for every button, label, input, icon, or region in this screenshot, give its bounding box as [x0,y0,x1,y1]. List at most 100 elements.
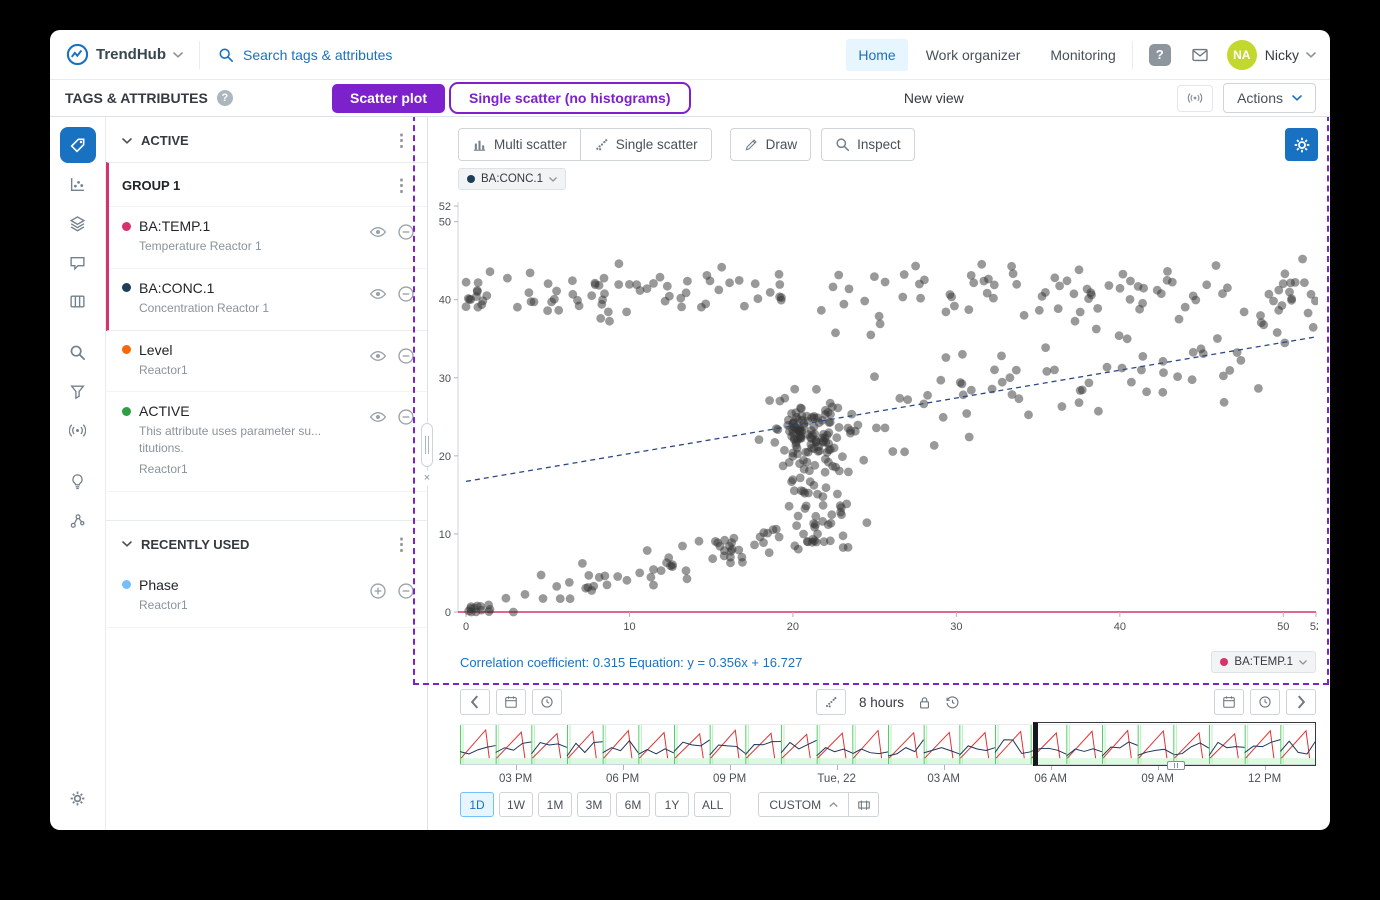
y-axis-tag-chip[interactable]: BA:CONC.1 [458,168,566,190]
tags-icon[interactable] [60,127,96,163]
fingerprints-icon[interactable] [60,412,96,448]
context-items-icon[interactable] [60,502,96,538]
visibility-eye-icon[interactable] [369,347,387,365]
tag-description: This attribute uses parameter su... titu… [139,423,369,457]
visibility-eye-icon[interactable] [369,408,387,426]
tag-row[interactable]: BA:TEMP.1 Temperature Reactor 1 [109,206,427,268]
chart-settings-button[interactable] [1285,128,1318,161]
chevron-up-icon [829,802,838,807]
help-button[interactable]: ? [1149,44,1171,66]
svg-text:50: 50 [439,217,451,229]
tag-description: Reactor1 [139,461,369,478]
brand-menu[interactable]: TrendHub [50,43,195,66]
chevron-down-icon [1292,95,1302,101]
remove-minus-icon[interactable] [397,582,415,600]
x-axis-tag-chip[interactable]: BA:TEMP.1 [1211,651,1316,673]
broadcast-icon [1187,90,1203,106]
scatter-chart[interactable]: 01020304050520102030405052 [430,196,1318,643]
range-button-1w[interactable]: 1W [499,792,533,817]
mail-button[interactable] [1191,46,1209,64]
tag-row[interactable]: Level Reactor1 [106,331,427,393]
panel-collapse-icon[interactable]: × [420,471,434,485]
start-time-button[interactable] [532,689,562,715]
timeframe-presets-button[interactable] [849,792,879,817]
svg-text:20: 20 [439,451,451,463]
tag-name: BA:CONC.1 [139,280,214,296]
duration-label[interactable]: 8 hours [859,695,904,710]
timeline-strip[interactable] [460,724,1316,764]
time-tick [730,765,731,770]
kebab-menu-icon[interactable]: ⋮ [388,177,415,194]
draw-button[interactable]: Draw [730,128,812,161]
tag-row[interactable]: BA:CONC.1 Concentration Reactor 1 [109,268,427,330]
user-name[interactable]: Nicky [1265,47,1299,63]
end-time-button[interactable] [1250,689,1280,715]
svg-text:0: 0 [445,607,451,619]
kebab-menu-icon[interactable]: ⋮ [388,536,415,553]
nav-home[interactable]: Home [846,39,907,71]
time-tick [944,765,945,770]
range-button-all[interactable]: ALL [694,792,731,817]
annotations-icon[interactable] [60,244,96,280]
single-scatter-button[interactable]: Single scatter [580,129,711,160]
visibility-eye-icon[interactable] [369,223,387,241]
tag-group-header[interactable]: GROUP 1 ⋮ [109,163,427,206]
range-button-1d[interactable]: 1D [460,792,494,817]
multi-scatter-button[interactable]: Multi scatter [459,129,580,160]
tab-scatter-plot[interactable]: Scatter plot [332,84,445,113]
remove-minus-icon[interactable] [397,408,415,426]
history-button[interactable] [945,695,960,710]
search-input[interactable] [243,47,483,63]
remove-minus-icon[interactable] [397,347,415,365]
clock-icon [540,695,554,709]
visibility-eye-icon[interactable] [369,285,387,303]
range-button-6m[interactable]: 6M [616,792,650,817]
panel-help-icon[interactable]: ? [217,90,233,106]
tags-panel-header: TAGS & ATTRIBUTES ? [50,90,314,106]
tag-row[interactable]: ACTIVE This attribute uses parameter su.… [106,392,427,491]
rail-items [60,127,96,541]
inspect-button[interactable]: Inspect [821,128,915,161]
end-date-button[interactable] [1214,689,1244,715]
suggestions-icon[interactable] [60,463,96,499]
add-plus-icon[interactable] [369,582,387,600]
filters-icon[interactable] [60,373,96,409]
section-recently-used[interactable]: RECENTLY USED ⋮ [106,521,427,566]
kebab-menu-icon[interactable]: ⋮ [388,132,415,149]
chevron-down-icon[interactable] [1306,52,1316,58]
scatter-context-button[interactable] [816,689,846,715]
nav-monitoring[interactable]: Monitoring [1038,39,1127,71]
panel-resize-handle[interactable] [421,423,433,467]
section-active[interactable]: ACTIVE ⋮ [106,117,427,162]
start-date-button[interactable] [496,689,526,715]
time-tick [837,765,838,770]
search-icon[interactable] [60,334,96,370]
actions-button[interactable]: Actions [1223,83,1316,113]
pencil-icon [744,137,759,152]
trends-icon[interactable] [60,166,96,202]
lock-duration-button[interactable] [917,695,932,710]
remove-minus-icon[interactable] [397,223,415,241]
broadcast-button[interactable] [1177,85,1213,112]
y-axis-chip-row: BA:CONC.1 [458,168,1330,190]
custom-range-button[interactable]: CUSTOM [758,792,849,817]
timeline-selection[interactable] [1033,722,1316,766]
remove-minus-icon[interactable] [397,285,415,303]
tag-description: Reactor1 [139,362,369,379]
selection-drag-handle[interactable] [1167,761,1185,770]
range-button-1y[interactable]: 1Y [655,792,689,817]
step-back-button[interactable] [460,689,490,715]
range-button-1m[interactable]: 1M [538,792,572,817]
views-icon[interactable] [60,283,96,319]
gear-icon [1293,136,1311,154]
avatar[interactable]: NA [1227,40,1257,70]
range-button-3m[interactable]: 3M [577,792,611,817]
step-forward-button[interactable] [1286,689,1316,715]
layers-icon[interactable] [60,205,96,241]
settings-gear-icon[interactable] [60,780,96,816]
tab-single-scatter[interactable]: Single scatter (no histograms) [449,82,690,114]
chevron-down-icon [122,541,132,547]
icon-rail [50,117,106,830]
nav-work-organizer[interactable]: Work organizer [914,39,1033,71]
tag-row[interactable]: Phase Reactor1 [106,566,427,628]
